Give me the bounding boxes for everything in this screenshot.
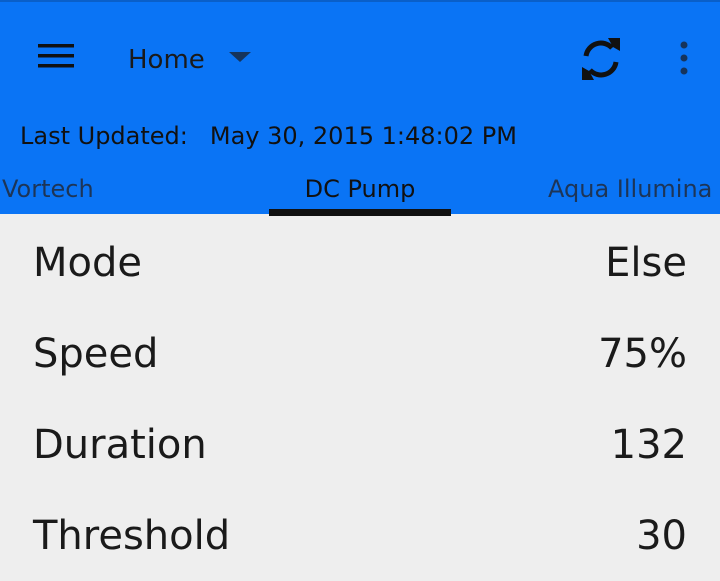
list-item-threshold: Threshold 30	[0, 490, 720, 581]
list-item-mode: Mode Else	[0, 217, 720, 308]
param-value: Else	[605, 239, 687, 286]
param-value: 30	[636, 512, 687, 559]
refresh-button[interactable]	[570, 30, 632, 92]
list-item-speed: Speed 75%	[0, 308, 720, 399]
tab-bar: Vortech DC Pump Aqua Illumina	[0, 162, 720, 216]
menu-button[interactable]	[22, 34, 90, 82]
tab-dc-pump[interactable]: DC Pump	[269, 162, 451, 216]
tab-aqua-illumina[interactable]: Aqua Illumina	[548, 162, 712, 216]
caret-down-icon	[228, 52, 251, 62]
tab-vortech[interactable]: Vortech	[2, 162, 94, 216]
parameter-list: Mode Else Speed 75% Duration 132 Thresho…	[0, 214, 720, 581]
param-label: Speed	[33, 330, 159, 377]
last-updated-timestamp: May 30, 2015 1:48:02 PM	[209, 122, 517, 150]
last-updated: Last Updated: May 30, 2015 1:48:02 PM	[20, 114, 517, 158]
param-value: 75%	[598, 330, 687, 377]
hamburger-menu-icon	[36, 41, 76, 75]
param-value: 132	[610, 421, 687, 468]
param-label: Threshold	[33, 512, 231, 559]
refresh-icon	[577, 35, 625, 87]
tab-label: Vortech	[2, 175, 94, 203]
overflow-menu-button[interactable]	[664, 34, 704, 86]
param-label: Duration	[33, 421, 207, 468]
tab-label: Aqua Illumina	[548, 175, 713, 203]
list-item-duration: Duration 132	[0, 399, 720, 490]
param-label: Mode	[33, 239, 142, 286]
nav-title: Home	[128, 45, 205, 75]
nav-dropdown[interactable]: Home	[112, 34, 251, 86]
app-bar: Home Last Updated: May 30, 2015 1:48:02 …	[0, 0, 720, 216]
tab-label: DC Pump	[304, 175, 416, 203]
last-updated-label: Last Updated:	[20, 122, 188, 150]
overflow-menu-icon	[678, 40, 690, 80]
